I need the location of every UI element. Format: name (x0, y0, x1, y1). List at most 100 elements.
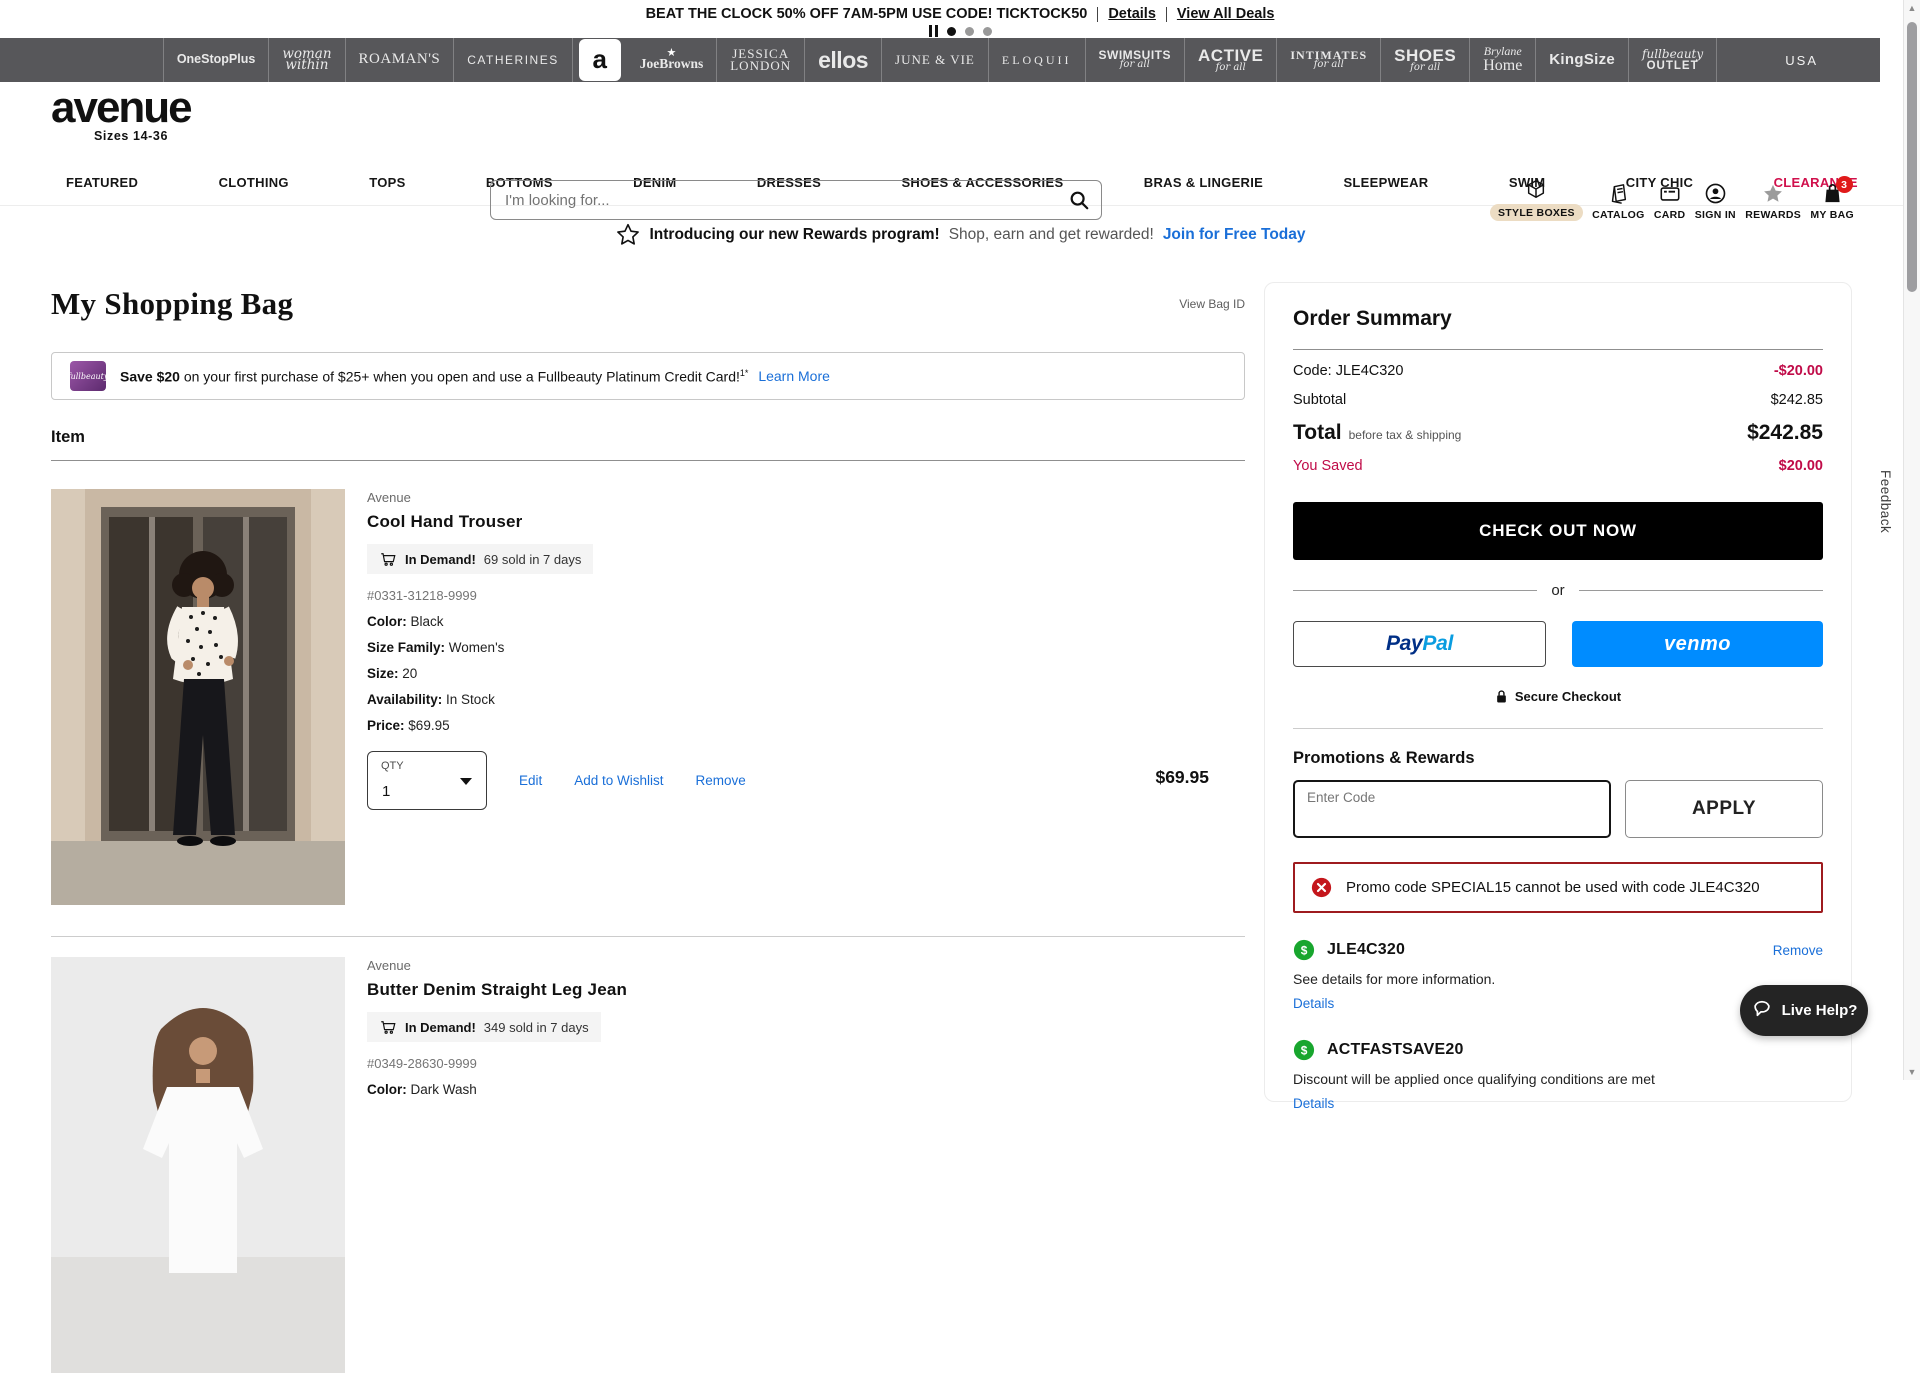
card-button[interactable]: CARD (1654, 183, 1686, 221)
in-demand-label: In Demand! (405, 1019, 476, 1035)
product-image-cool-hand-trouser[interactable] (51, 489, 345, 905)
brand-active-for-all[interactable]: ACTIVE for all (1185, 38, 1278, 82)
nav-sleepwear[interactable]: SLEEPWEAR (1343, 175, 1428, 190)
view-all-deals-link[interactable]: View All Deals (1177, 6, 1275, 22)
edit-item-link[interactable]: Edit (519, 773, 542, 788)
color-value: Black (410, 614, 444, 629)
brand-intimates-for-all[interactable]: INTIMATES for all (1277, 38, 1382, 82)
credit-card-promo-text: Save $20 on your first purchase of $25+ … (120, 368, 830, 385)
brand-june-and-vie[interactable]: JUNE & VIE (882, 38, 989, 82)
apply-promo-button[interactable]: APPLY (1625, 780, 1823, 838)
subtotal-label: Subtotal (1293, 392, 1347, 408)
brand-roamans[interactable]: ROAMAN'S (346, 38, 455, 82)
style-boxes-button[interactable]: STYLE BOXES (1490, 178, 1583, 221)
promo-code-input[interactable] (1305, 789, 1599, 806)
promo-details-link[interactable]: Details (1293, 1096, 1334, 1111)
nav-clothing[interactable]: CLOTHING (219, 175, 289, 190)
my-bag-label: MY BAG (1810, 209, 1854, 221)
add-to-wishlist-link[interactable]: Add to Wishlist (574, 773, 663, 788)
catalog-button[interactable]: CATALOG (1592, 183, 1644, 221)
brand-eloquii[interactable]: ELOQUII (989, 38, 1086, 82)
product-image-butter-denim-jean[interactable] (51, 957, 345, 1373)
credit-card-icon (1660, 187, 1680, 201)
nav-tops[interactable]: TOPS (369, 175, 405, 190)
carousel-dot[interactable] (964, 26, 974, 36)
cart-icon (381, 1021, 396, 1034)
remove-promo-link[interactable]: Remove (1773, 943, 1823, 958)
promo-body-text: on your first purchase of $25+ when you … (183, 368, 740, 385)
scroll-up-arrow[interactable]: ▲ (1904, 3, 1920, 13)
brand-label: OneStopPlus (176, 52, 256, 67)
scrollbar-thumb[interactable] (1907, 22, 1917, 292)
brand-label: for all (1215, 61, 1246, 73)
star-outline-icon (616, 223, 639, 245)
total-note: before tax & shipping (1348, 428, 1462, 442)
brand-ellos[interactable]: ellos (805, 38, 883, 82)
join-rewards-link[interactable]: Join for Free Today (1163, 226, 1306, 244)
brand-avenue-active-tab[interactable]: a (573, 38, 627, 82)
in-demand-count: 349 sold in 7 days (483, 1019, 589, 1035)
paypal-logo: Pay (1385, 632, 1423, 655)
item-line-price: $69.95 (1155, 767, 1209, 787)
catalog-label: CATALOG (1592, 209, 1645, 221)
region-selector[interactable]: USA (1785, 38, 1818, 82)
sign-in-label: SIGN IN (1694, 209, 1736, 221)
promo-details-link[interactable]: Details (1293, 996, 1334, 1011)
search-button[interactable] (1057, 181, 1101, 219)
scroll-down-arrow[interactable]: ▼ (1904, 1067, 1920, 1077)
credit-card-promo-banner: fullbeauty Save $20 on your first purcha… (51, 352, 1245, 400)
page-scrollbar[interactable]: ▲ ▼ (1903, 0, 1920, 1080)
qty-value: 1 (382, 783, 391, 800)
header-actions: STYLE BOXES CATALOG CARD SIGN IN REWARDS… (1490, 176, 1854, 221)
remove-item-link[interactable]: Remove (696, 773, 746, 788)
shopping-bag-section: My Shopping Bag View Bag ID fullbeauty S… (51, 286, 1245, 1373)
feedback-tab[interactable]: Feedback (1878, 470, 1893, 533)
brand-woman-within[interactable]: woman within (269, 38, 346, 82)
brand-kingsize[interactable]: KingSize (1536, 38, 1630, 82)
fullbeauty-card-logo: fullbeauty (68, 361, 108, 391)
rewards-button[interactable]: REWARDS (1745, 183, 1801, 221)
live-help-button[interactable]: Live Help? (1740, 985, 1868, 1036)
brand-onestopplus[interactable]: OneStopPlus (162, 38, 270, 82)
brand-fullbeauty-outlet[interactable]: fullbeauty OUTLET (1629, 38, 1718, 82)
product-photo-illustration (51, 957, 345, 1373)
brand-catherines[interactable]: CATHERINES (454, 38, 573, 82)
search-input[interactable] (491, 191, 1057, 209)
brand-jessica-london[interactable]: JESSICA LONDON (717, 38, 806, 82)
total-label: Total (1293, 421, 1342, 444)
learn-more-link[interactable]: Learn More (758, 368, 830, 384)
my-bag-button[interactable]: 3 MY BAG (1810, 176, 1854, 221)
color-value: Dark Wash (410, 1082, 477, 1097)
item-brand: Avenue (367, 490, 411, 505)
sign-in-button[interactable]: SIGN IN (1695, 182, 1736, 221)
brand-brylane-home[interactable]: Brylane Home (1470, 38, 1537, 82)
venmo-button[interactable]: venmo (1572, 621, 1823, 667)
brand-label: within (285, 57, 329, 73)
brand-label: fullbeauty (1642, 46, 1704, 61)
pause-icon[interactable] (928, 25, 938, 37)
carousel-dot[interactable] (946, 26, 956, 36)
brand-label: KingSize (1549, 51, 1616, 69)
checkout-button[interactable]: CHECK OUT NOW (1293, 502, 1823, 560)
price-value: $69.95 (408, 718, 450, 733)
promo-code-field (1293, 780, 1611, 838)
carousel-dot[interactable] (982, 26, 992, 36)
deal-message: BEAT THE CLOCK 50% OFF 7AM-5PM USE CODE!… (645, 6, 1088, 22)
paypal-button[interactable]: Pay Pal (1293, 621, 1546, 667)
brand-joe-browns[interactable]: ★ JoeBrowns (627, 38, 718, 82)
deal-details-link[interactable]: Details (1108, 6, 1156, 22)
view-bag-id-link[interactable]: View Bag ID (1179, 297, 1245, 311)
brand-swimsuits-for-all[interactable]: SWIMSUITS for all (1086, 38, 1186, 82)
card-label: CARD (1653, 209, 1686, 221)
catalog-icon (1612, 184, 1627, 204)
promo-error-message: Promo code SPECIAL15 cannot be used with… (1293, 862, 1823, 913)
search-bar (490, 180, 1102, 220)
avenue-logo[interactable]: avenue Sizes 14-36 (51, 86, 211, 144)
brand-shoes-for-all[interactable]: SHOES for all (1381, 38, 1471, 82)
lock-icon (1497, 690, 1506, 703)
nav-bras-lingerie[interactable]: BRAS & LINGERIE (1144, 175, 1263, 190)
error-icon (1311, 877, 1332, 898)
quantity-select[interactable]: QTY 1 (367, 751, 487, 810)
nav-featured[interactable]: FEATURED (66, 175, 138, 190)
search-icon (1070, 191, 1089, 210)
